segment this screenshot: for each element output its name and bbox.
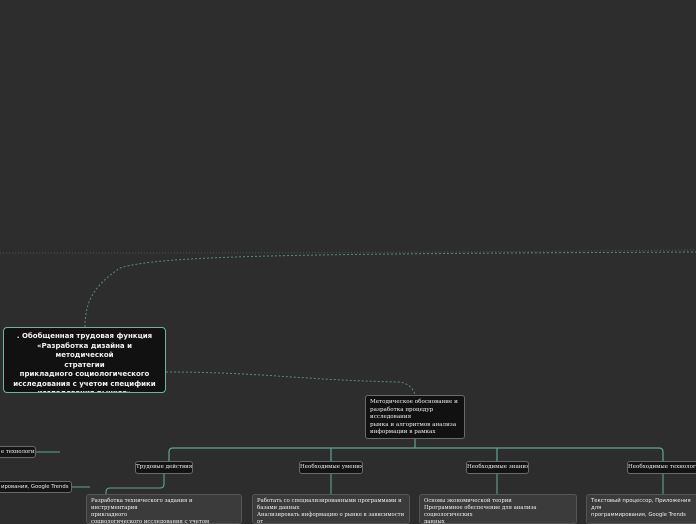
connector-lines	[0, 249, 696, 494]
method-node[interactable]: Методическое обоснование и разработка пр…	[365, 395, 465, 439]
category-required-knowledge[interactable]: Необходимые знания	[466, 461, 529, 474]
dashed-branch-top	[84, 251, 696, 328]
left-node-technologies[interactable]: е технологии	[0, 446, 36, 458]
mindmap-canvas[interactable]: . Обобщенная трудовая функция «Разработк…	[0, 0, 696, 524]
dashed-link-method	[165, 371, 416, 396]
category-required-technologies[interactable]: Необходимые технологии	[627, 461, 696, 474]
leaf-link-1	[105, 474, 165, 494]
category-labor-actions[interactable]: Трудовые действия	[135, 461, 193, 474]
main-function-node[interactable]: . Обобщенная трудовая функция «Разработк…	[3, 327, 166, 393]
left-node-google-trends[interactable]: ирования, Google Trends	[0, 481, 72, 493]
category-bus	[168, 447, 664, 461]
category-required-skills[interactable]: Необходимые умения	[299, 461, 363, 474]
